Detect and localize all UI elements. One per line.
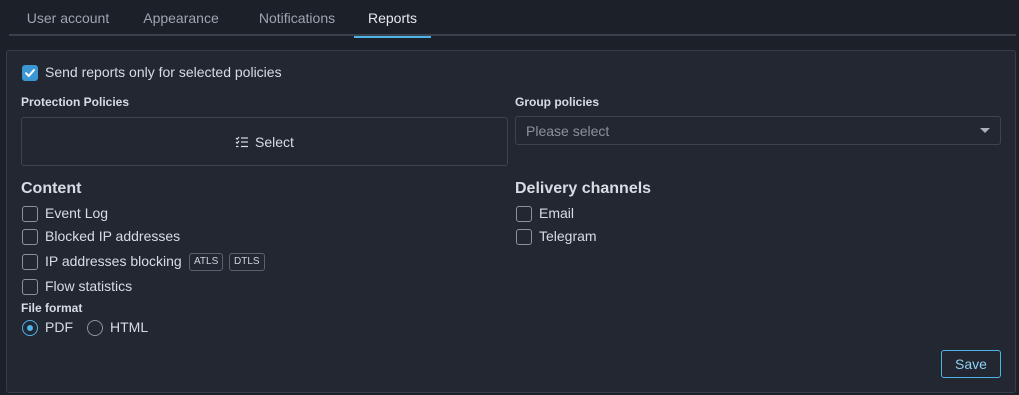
save-button[interactable]: Save	[941, 350, 1001, 378]
reports-panel: Send reports only for selected policies …	[6, 50, 1016, 393]
content-title: Content	[21, 180, 82, 197]
caret-down-icon	[980, 128, 990, 133]
event-log-label: Event Log	[45, 205, 109, 221]
tab-reports[interactable]: Reports	[354, 0, 431, 38]
email-label: Email	[539, 205, 575, 221]
select-button-label: Select	[255, 133, 294, 150]
flow-statistics-checkbox[interactable]	[22, 279, 38, 295]
event-log-checkbox[interactable]	[22, 206, 38, 222]
protection-policies-title: Protection Policies	[21, 95, 130, 109]
tab-user-account[interactable]: User account	[13, 0, 123, 36]
checkmark-icon	[25, 69, 35, 77]
html-label: HTML	[110, 319, 149, 335]
ip-blocking-label: IP addresses blocking	[45, 253, 182, 269]
email-checkbox[interactable]	[516, 206, 532, 222]
group-policies-placeholder: Please select	[526, 123, 610, 139]
dtls-badge: DTLS	[229, 253, 265, 271]
send-selected-checkbox[interactable]	[22, 65, 38, 81]
pdf-radio[interactable]	[22, 320, 38, 336]
blocked-ip-checkbox[interactable]	[22, 229, 38, 245]
telegram-label: Telegram	[539, 228, 597, 244]
html-radio[interactable]	[87, 320, 103, 336]
file-format-title: File format	[21, 301, 83, 315]
group-policies-dropdown[interactable]: Please select	[515, 116, 1001, 145]
tab-bar: User account Appearance Notifications Re…	[9, 0, 1016, 38]
pdf-label: PDF	[45, 319, 73, 335]
tab-notifications[interactable]: Notifications	[241, 0, 353, 36]
ip-blocking-checkbox[interactable]	[22, 254, 38, 270]
telegram-checkbox[interactable]	[516, 229, 532, 245]
tab-appearance[interactable]: Appearance	[133, 0, 229, 36]
send-selected-label: Send reports only for selected policies	[45, 64, 282, 80]
delivery-channels-title: Delivery channels	[515, 180, 652, 197]
group-policies-title: Group policies	[515, 95, 600, 109]
protection-policies-select-button[interactable]: Select	[21, 117, 508, 166]
flow-statistics-label: Flow statistics	[45, 278, 133, 294]
list-check-icon	[235, 136, 249, 147]
atls-badge: ATLS	[189, 253, 224, 271]
blocked-ip-label: Blocked IP addresses	[45, 228, 181, 244]
